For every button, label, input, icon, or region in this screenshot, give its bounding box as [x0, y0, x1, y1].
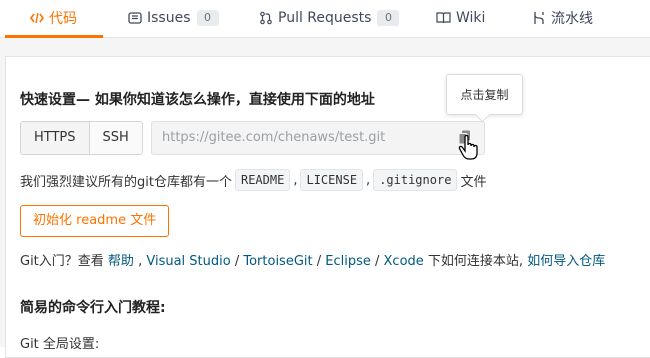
separator: ,	[366, 172, 371, 188]
repo-url-text: https://gitee.com/chenaws/test.git	[162, 130, 386, 145]
tab-wiki[interactable]: Wiki	[436, 0, 485, 36]
xcode-link[interactable]: Xcode	[384, 254, 424, 269]
copy-tooltip: 点击复制	[446, 74, 523, 115]
tab-code[interactable]: 代码	[30, 0, 77, 36]
tab-issues[interactable]: Issues 0	[128, 0, 219, 36]
help-prefix: Git入门？查看	[20, 254, 108, 269]
tab-label: Issues	[147, 10, 191, 26]
separator: /	[370, 254, 384, 269]
eclipse-link[interactable]: Eclipse	[325, 254, 371, 269]
tab-pipeline[interactable]: 流水线	[532, 0, 593, 36]
tab-label: Wiki	[456, 10, 486, 26]
https-button[interactable]: HTTPS	[21, 122, 89, 154]
import-repo-link[interactable]: 如何导入仓库	[527, 254, 605, 269]
readme-file-code: README	[234, 169, 291, 191]
separator: ,	[293, 172, 298, 188]
tutorial-title: 简易的命令行入门教程:	[20, 300, 166, 316]
hand-cursor-icon	[458, 134, 480, 165]
quick-setup-title: 快速设置— 如果你知道该怎么操作，直接使用下面的地址	[20, 92, 375, 108]
tab-label: Pull Requests	[278, 10, 372, 26]
tab-label: 代码	[49, 11, 77, 27]
help-middle-text: 下如何连接本站,	[423, 254, 528, 269]
help-link[interactable]: 帮助	[108, 254, 134, 269]
quick-setup-panel: 快速设置— 如果你知道该怎么操作，直接使用下面的地址 HTTPS SSH htt…	[5, 56, 650, 358]
issues-count-badge: 0	[196, 10, 219, 26]
recommend-suffix: 文件	[460, 174, 487, 190]
git-help-line: Git入门？查看 帮助 , Visual Studio / TortoiseGi…	[20, 251, 605, 273]
ssh-button[interactable]: SSH	[88, 122, 142, 154]
global-settings-label: Git 全局设置:	[20, 337, 100, 352]
code-icon	[30, 11, 44, 25]
gitignore-file-code: .gitignore	[373, 169, 458, 191]
pipeline-icon	[532, 11, 546, 25]
visual-studio-link[interactable]: Visual Studio	[146, 254, 230, 269]
tab-label: 流水线	[551, 11, 593, 27]
repo-tab-bar: 代码 Issues 0 Pull Requests 0 Wiki 流水线	[0, 0, 650, 38]
issues-icon	[128, 11, 142, 25]
tortoisegit-link[interactable]: TortoiseGit	[243, 254, 312, 269]
pull-request-icon	[259, 11, 273, 25]
pull-requests-count-badge: 0	[377, 10, 400, 26]
init-readme-button[interactable]: 初始化 readme 文件	[20, 205, 170, 237]
recommend-files-text: 我们强烈建议所有的git仓库都有一个 README , LICENSE , .g…	[20, 169, 486, 191]
repo-url-field[interactable]: https://gitee.com/chenaws/test.git	[151, 121, 485, 155]
tab-pull-requests[interactable]: Pull Requests 0	[259, 0, 400, 36]
separator: ,	[133, 254, 147, 269]
wiki-book-icon	[436, 11, 451, 25]
separator: /	[312, 254, 326, 269]
recommend-prefix: 我们强烈建议所有的git仓库都有一个	[20, 174, 232, 190]
separator: /	[230, 254, 244, 269]
protocol-switch: HTTPS SSH	[20, 121, 143, 155]
license-file-code: LICENSE	[300, 169, 364, 191]
